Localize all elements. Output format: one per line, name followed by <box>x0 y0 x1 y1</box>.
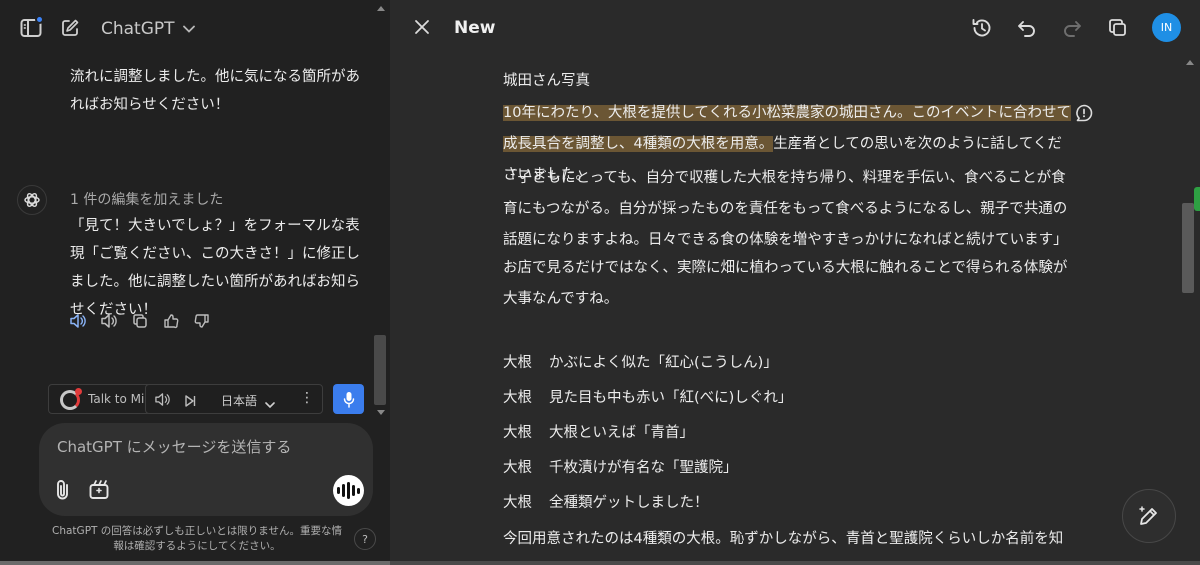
history-icon[interactable] <box>970 16 994 40</box>
scroll-down-arrow-icon[interactable] <box>377 410 385 415</box>
scroll-up-arrow-icon[interactable] <box>1186 60 1194 65</box>
speaker-icon[interactable] <box>99 311 119 331</box>
paragraph-3: お店で見るだけではなく、実際に畑に植わっている大根に触れることで得られる体験が大… <box>503 260 1068 307</box>
read-aloud-icon[interactable] <box>68 311 88 331</box>
photo-caption: 城田さん写真 <box>503 73 590 89</box>
message-actions <box>68 311 212 331</box>
new-chat-icon[interactable] <box>58 16 82 40</box>
close-icon[interactable] <box>412 17 432 37</box>
pencil-sparkle-icon <box>1139 506 1157 525</box>
notification-dot <box>35 15 44 24</box>
variety-line: 大根 全種類ゲットしました！ <box>503 488 709 519</box>
more-options-icon[interactable]: ⋮ <box>300 391 314 405</box>
variety-line: 大根 千枚漬けが有名な「聖護院」 <box>503 453 738 484</box>
model-switcher[interactable]: ChatGPT <box>101 17 195 41</box>
comment-icon[interactable] <box>1074 103 1094 123</box>
variety-name: 大根 <box>503 390 532 406</box>
scroll-up-arrow-icon[interactable] <box>377 6 385 11</box>
assistant-message-2: 「見て！大きいでしょ？」をフォーマルな表現「ご覧ください、この大きさ！」に修正し… <box>70 218 360 318</box>
variety-name: 大根 <box>503 495 532 511</box>
chevron-down-icon <box>182 25 195 33</box>
canvas-title: New <box>454 18 496 38</box>
taskbar-edge <box>390 561 1200 565</box>
variety-desc: 大根といえば「青首」 <box>549 425 694 441</box>
chat-header: ChatGPT <box>0 0 390 56</box>
talk-to-mia-logo-icon <box>60 388 82 410</box>
voice-mode-button[interactable] <box>333 475 364 506</box>
variety-desc: 見た目も中も赤い「紅(べに)しぐれ」 <box>549 390 793 406</box>
canvas-panel: New IN 城田さん写真 10年にわたり、大根を提供してくれる小松菜農家の城田… <box>390 0 1200 565</box>
openai-logo-icon <box>17 185 47 215</box>
chat-scrollbar-thumb[interactable] <box>374 335 386 405</box>
message-input[interactable] <box>57 437 347 457</box>
variety-desc: 千枚漬けが有名な「聖護院」 <box>549 460 738 476</box>
attach-paperclip-icon[interactable] <box>53 478 75 502</box>
talk-to-mia-label[interactable]: Talk to Mia <box>88 392 144 406</box>
copy-icon[interactable] <box>1106 16 1130 40</box>
variety-line: 大根 かぶによく似た「紅心(こうしん)」 <box>503 348 778 379</box>
talk-controls: 日本語 ⋮ <box>145 384 323 414</box>
undo-icon[interactable] <box>1015 16 1039 40</box>
disclaimer: ChatGPT の回答は必ずしも正しいとは限りません。重要な情報は確認するように… <box>52 525 342 552</box>
paragraph-quote: 「子どもにとっても、自分で収穫した大根を持ち帰り、料理を手伝い、食べることが食育… <box>503 170 1068 248</box>
thumbs-down-icon[interactable] <box>192 311 212 331</box>
chevron-down-icon[interactable] <box>265 394 275 413</box>
taskbar-edge <box>0 561 390 565</box>
edit-note[interactable]: 1 件の編集を加えました <box>70 189 223 209</box>
microphone-icon <box>343 391 354 408</box>
extension-tab[interactable] <box>1194 187 1200 211</box>
microphone-button[interactable] <box>333 384 364 414</box>
talk-to-mia-bar: Talk to Mia 日本語 ⋮ <box>48 384 323 414</box>
variety-line: 大根 大根といえば「青首」 <box>503 418 694 449</box>
variety-name: 大根 <box>503 460 532 476</box>
copy-icon[interactable] <box>130 311 150 331</box>
message-composer <box>39 423 373 516</box>
redo-icon[interactable] <box>1060 16 1084 40</box>
edit-suggestions-button[interactable] <box>1122 489 1176 543</box>
variety-line: 大根 見た目も中も赤い「紅(べに)しぐれ」 <box>503 383 792 414</box>
variety-desc: 全種類ゲットしました！ <box>549 495 709 511</box>
paragraph-last: 今回用意されたのは4種類の大根。恥ずかしながら、青首と聖護院くらいしか名前を知り… <box>503 531 1064 565</box>
help-button[interactable]: ? <box>354 528 376 550</box>
thumbs-up-icon[interactable] <box>161 311 181 331</box>
language-select[interactable]: 日本語 <box>221 392 257 409</box>
canvas-scrollbar-thumb[interactable] <box>1182 203 1194 293</box>
model-label: ChatGPT <box>101 19 175 39</box>
tools-icon[interactable] <box>88 478 110 502</box>
chat-panel: ChatGPT 流れに調整しました。他に気になる箇所があればお知らせください！ … <box>0 0 390 565</box>
assistant-message-1: 流れに調整しました。他に気になる箇所があればお知らせください！ <box>70 69 360 113</box>
variety-desc: かぶによく似た「紅心(こうしん)」 <box>549 355 778 371</box>
skip-next-icon[interactable] <box>184 393 196 412</box>
variety-name: 大根 <box>503 355 532 371</box>
variety-name: 大根 <box>503 425 532 441</box>
user-avatar[interactable]: IN <box>1152 13 1181 42</box>
speaker-icon[interactable] <box>154 392 171 411</box>
